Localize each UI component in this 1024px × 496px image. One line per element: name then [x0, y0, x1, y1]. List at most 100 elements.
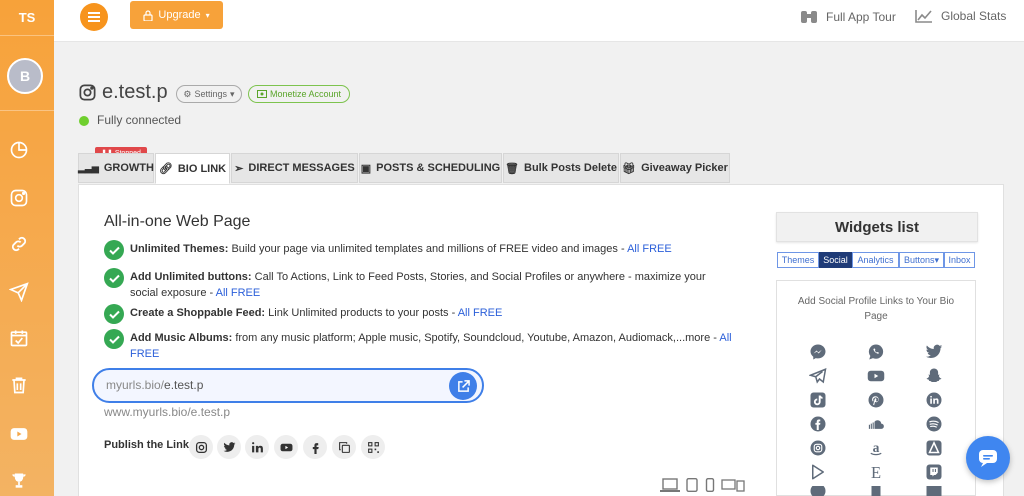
tab-bulk-posts-delete[interactable]: 🗑︎ Bulk Posts Delete: [503, 153, 619, 183]
tab-posts-scheduling[interactable]: ▣ POSTS & SCHEDULING: [359, 153, 502, 183]
tab-growth[interactable]: ▂▃▅ GROWTH: [78, 153, 154, 183]
sidebar-divider: [0, 110, 54, 111]
amazon-icon[interactable]: a: [866, 438, 886, 458]
tab-label: Bulk Posts Delete: [524, 162, 617, 174]
tab-direct-messages[interactable]: ➢ DIRECT MESSAGES: [231, 153, 358, 183]
instagram-icon[interactable]: [808, 438, 828, 458]
all-free-link[interactable]: All FREE: [216, 287, 261, 299]
youtube-icon[interactable]: [8, 423, 30, 445]
tab-bio-link[interactable]: 🔗︎ BIO LINK: [155, 153, 230, 184]
svg-text:E: E: [871, 463, 881, 481]
user-initials[interactable]: TS: [0, 0, 54, 36]
trophy-icon[interactable]: [8, 470, 30, 492]
feature-item: Add Music Albums: from any music platfor…: [104, 329, 744, 362]
social-icon-partial[interactable]: [924, 486, 944, 496]
gift-icon: 🎁︎: [622, 162, 637, 175]
global-stats-link[interactable]: Global Stats: [915, 9, 1006, 23]
area-chart-icon: [915, 10, 932, 23]
connection-status: Fully connected: [97, 113, 182, 127]
feature-text: Unlimited Themes: Build your page via un…: [130, 243, 672, 255]
facebook-icon[interactable]: [808, 414, 828, 434]
widget-tab-themes[interactable]: Themes: [777, 252, 819, 268]
audiomack-icon[interactable]: [924, 438, 944, 458]
global-stats-label: Global Stats: [941, 9, 1007, 23]
check-icon: [104, 304, 124, 324]
widget-tab-social[interactable]: Social: [819, 252, 852, 268]
instagram-share-icon[interactable]: [189, 435, 213, 459]
social-icon-partial[interactable]: [808, 486, 828, 496]
menu-button[interactable]: [80, 3, 108, 31]
soundcloud-icon[interactable]: [866, 414, 886, 434]
avatar[interactable]: B: [7, 58, 43, 94]
gear-icon: ⚙: [183, 88, 192, 99]
bar-chart-icon: ▂▃▅: [78, 162, 99, 173]
qr-code-icon[interactable]: [361, 435, 385, 459]
twitch-icon[interactable]: [924, 462, 944, 482]
widget-tab-buttons[interactable]: Buttons ▾: [899, 252, 944, 268]
laptop-icon[interactable]: [660, 478, 680, 492]
tiktok-icon[interactable]: [808, 390, 828, 410]
messenger-icon[interactable]: [808, 342, 828, 362]
link-icon: 🔗︎: [158, 163, 173, 175]
pie-chart-icon[interactable]: [8, 139, 30, 161]
svg-text:a: a: [873, 440, 880, 455]
settings-button[interactable]: ⚙ Settings ▾: [176, 85, 242, 103]
section-title: All-in-one Web Page: [104, 213, 251, 230]
instagram-icon[interactable]: [8, 187, 30, 209]
feature-text: Add Unlimited buttons: Call To Actions, …: [130, 271, 706, 299]
open-link-button[interactable]: [449, 372, 477, 400]
feature-item: Unlimited Themes: Build your page via un…: [104, 240, 744, 260]
social-icon-partial[interactable]: [866, 486, 886, 496]
youtube-icon[interactable]: [866, 366, 886, 386]
check-icon: [104, 240, 124, 260]
chat-button[interactable]: [966, 436, 1010, 480]
check-icon: [104, 268, 124, 288]
bio-url-input[interactable]: myurls.bio/e.test.p: [92, 368, 484, 403]
tab-label: Giveaway Picker: [641, 162, 728, 174]
feature-item: Add Unlimited buttons: Call To Actions, …: [104, 268, 744, 301]
feature-text: Add Music Albums: from any music platfor…: [130, 332, 732, 360]
mobile-icon[interactable]: [705, 478, 715, 492]
google-play-icon[interactable]: [808, 462, 828, 482]
widget-tab-inbox[interactable]: Inbox: [944, 252, 975, 268]
multi-device-icon[interactable]: [721, 478, 745, 492]
top-bar: Upgrade ▾ Full App Tour Global Stats: [54, 0, 1024, 42]
linkedin-share-icon[interactable]: [245, 435, 269, 459]
pinterest-icon[interactable]: [866, 390, 886, 410]
calendar-icon: ▣: [360, 162, 372, 175]
money-icon: [256, 90, 267, 98]
linkedin-icon[interactable]: [924, 390, 944, 410]
chat-icon: [979, 450, 997, 467]
all-free-link[interactable]: All FREE: [458, 307, 503, 319]
calendar-check-icon[interactable]: [8, 327, 30, 349]
sidebar: TS B: [0, 0, 54, 496]
monetize-account-button[interactable]: Monetize Account: [248, 85, 350, 103]
upgrade-button[interactable]: Upgrade ▾: [130, 1, 223, 29]
twitter-share-icon[interactable]: [217, 435, 241, 459]
paper-plane-icon[interactable]: [8, 281, 30, 303]
widget-description: Add Social Profile Links to Your Bio Pag…: [797, 296, 955, 322]
copy-link-icon[interactable]: [332, 435, 356, 459]
publish-label: Publish the Link:: [104, 439, 193, 451]
youtube-share-icon[interactable]: [274, 435, 298, 459]
link-icon[interactable]: [8, 233, 30, 255]
widget-tab-analytics[interactable]: Analytics: [852, 252, 899, 268]
tablet-icon[interactable]: [686, 478, 698, 492]
caret-down-icon: ▾: [230, 88, 235, 99]
tab-label: BIO LINK: [177, 162, 227, 175]
full-app-tour-link[interactable]: Full App Tour: [800, 9, 896, 25]
all-free-link[interactable]: All FREE: [627, 243, 672, 255]
twitter-icon[interactable]: [924, 342, 944, 362]
full-app-tour-label: Full App Tour: [826, 10, 896, 24]
telegram-icon[interactable]: [808, 366, 828, 386]
facebook-share-icon[interactable]: [303, 435, 327, 459]
etsy-icon[interactable]: E: [866, 462, 886, 482]
snapchat-icon[interactable]: [924, 366, 944, 386]
tab-giveaway-picker[interactable]: 🎁︎ Giveaway Picker: [620, 153, 730, 183]
trash-icon[interactable]: [8, 374, 30, 396]
tab-label: DIRECT MESSAGES: [248, 162, 355, 174]
upgrade-label: Upgrade: [158, 9, 201, 21]
spotify-icon[interactable]: [924, 414, 944, 434]
whatsapp-icon[interactable]: [866, 342, 886, 362]
tab-label: GROWTH: [103, 162, 154, 174]
